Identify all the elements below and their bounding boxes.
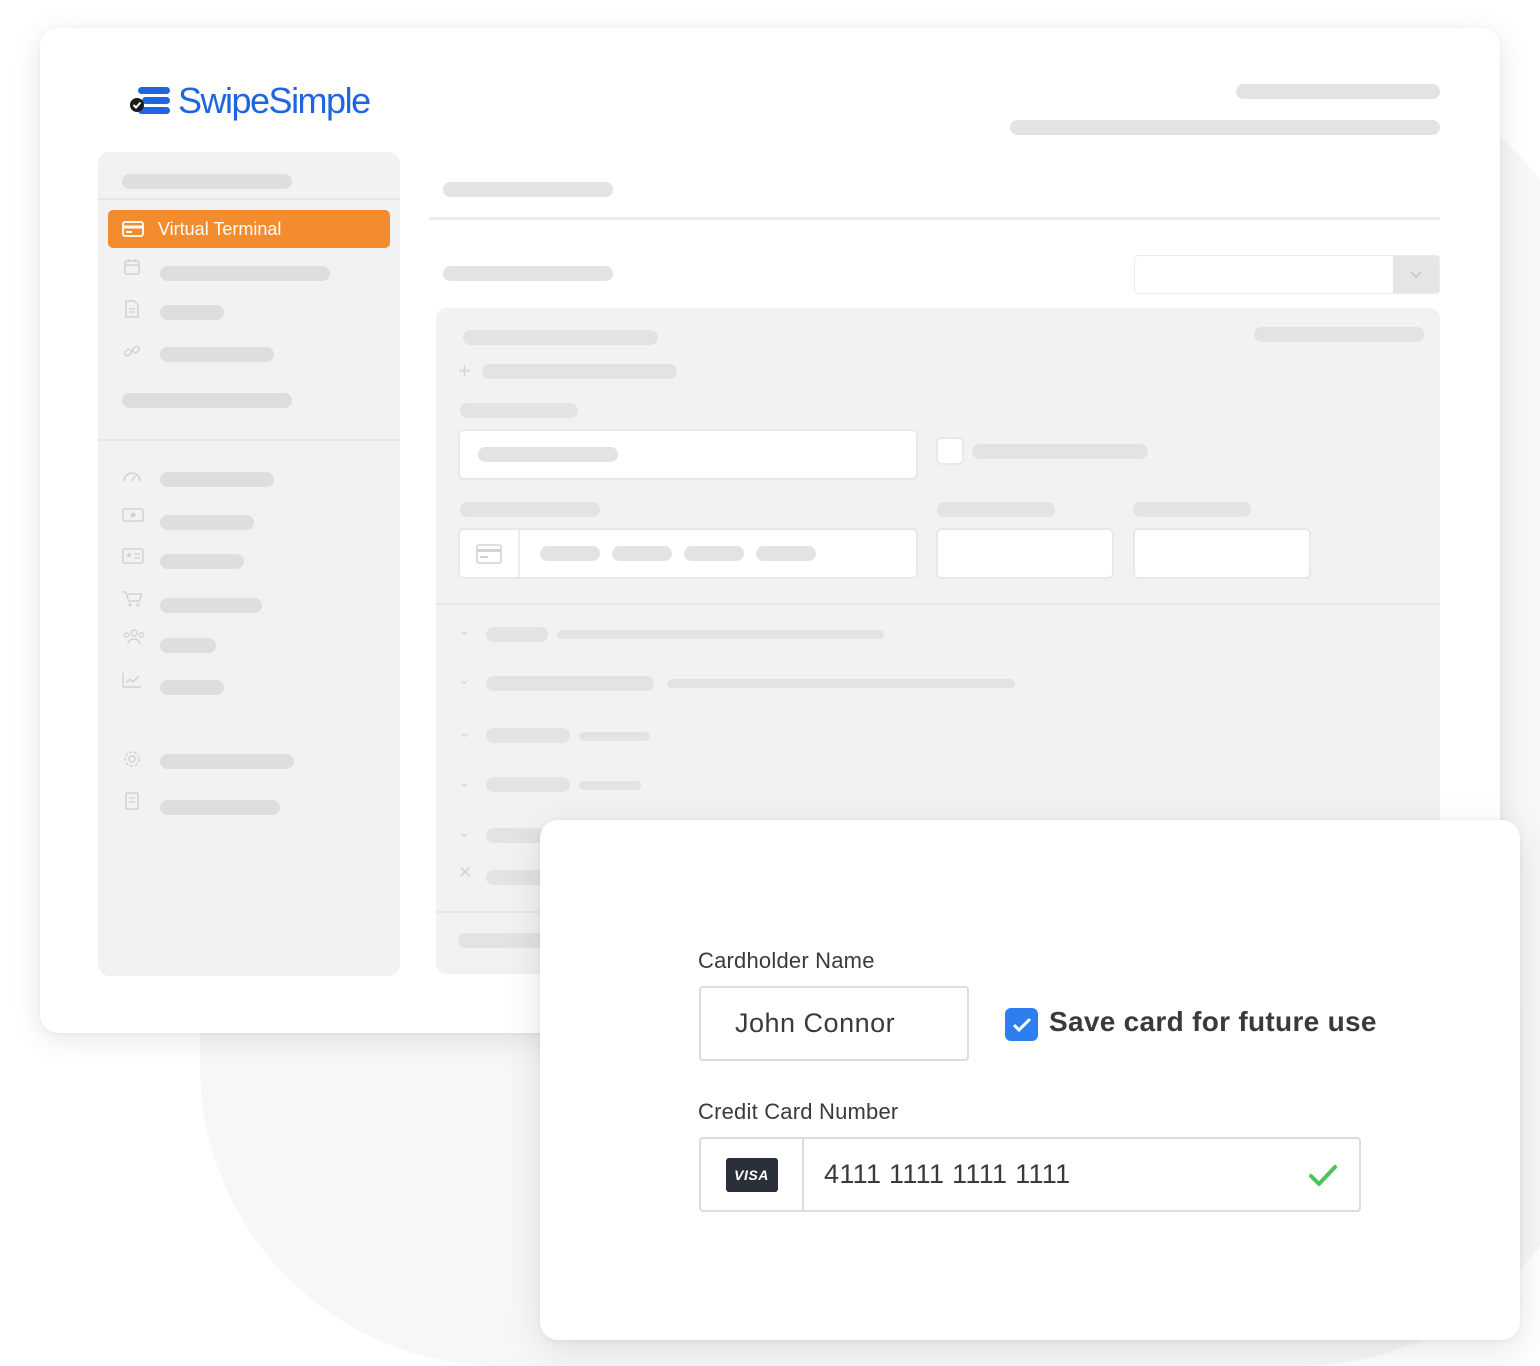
chevron-down-icon[interactable]: ⌄: [458, 621, 471, 639]
title-divider: [429, 217, 1440, 220]
sidebar-item-placeholder[interactable]: [160, 754, 294, 769]
credit-card-number-label: Credit Card Number: [698, 1099, 899, 1124]
sidebar: Virtual Terminal: [98, 152, 400, 976]
section-title-placeholder[interactable]: [486, 777, 570, 792]
card-digits-placeholder: [540, 546, 600, 561]
input-value-placeholder: [478, 447, 618, 462]
credit-card-icon: [122, 221, 144, 237]
header-placeholder-line: [1236, 84, 1440, 99]
credit-card-number-value: 4111 1111 1111 1111: [824, 1159, 1071, 1189]
check-icon: [1309, 1165, 1337, 1186]
plus-icon[interactable]: +: [458, 358, 471, 384]
panel-heading-placeholder: [463, 330, 658, 345]
sidebar-section-placeholder: [122, 393, 292, 408]
id-card-icon[interactable]: [122, 548, 144, 568]
credit-card-number-input[interactable]: VISA 4111 1111 1111 1111: [699, 1137, 1361, 1212]
sidebar-item-placeholder[interactable]: [160, 554, 244, 569]
filter-select[interactable]: [1134, 255, 1440, 294]
sidebar-item-placeholder[interactable]: [160, 305, 224, 320]
panel-divider: [436, 603, 1440, 605]
visa-logo-icon: VISA: [725, 1157, 778, 1192]
sidebar-item-virtual-terminal[interactable]: Virtual Terminal: [108, 210, 390, 248]
placeholder-checkbox[interactable]: [936, 437, 964, 465]
cart-icon[interactable]: [122, 590, 143, 610]
section-title-placeholder[interactable]: [486, 870, 546, 885]
cardholder-name-value: John Connor: [735, 1008, 896, 1038]
field-label-placeholder: [1133, 502, 1251, 517]
sidebar-item-placeholder[interactable]: [160, 472, 274, 487]
panel-action-placeholder[interactable]: [1254, 327, 1424, 342]
calendar-icon[interactable]: [122, 258, 142, 278]
section-desc-placeholder: [579, 781, 641, 790]
swipesimple-logo-icon: [130, 87, 170, 114]
chart-trend-icon[interactable]: [122, 672, 142, 692]
chevron-down-icon[interactable]: ⌄: [458, 723, 471, 741]
sidebar-item-placeholder[interactable]: [160, 347, 274, 362]
expiry-placeholder-input[interactable]: [936, 528, 1114, 579]
add-item-placeholder[interactable]: [482, 364, 677, 379]
sidebar-item-label: Virtual Terminal: [158, 218, 282, 239]
chevron-down-icon[interactable]: ⌄: [458, 670, 471, 688]
chevron-down-icon[interactable]: ⌄: [458, 823, 471, 841]
dashboard-gauge-icon[interactable]: [122, 468, 142, 488]
sidebar-divider: [98, 439, 400, 441]
report-doc-icon[interactable]: [122, 792, 142, 812]
cash-icon[interactable]: [122, 508, 144, 528]
card-digits-placeholder: [756, 546, 816, 561]
field-label-placeholder: [460, 403, 578, 418]
section-title-placeholder[interactable]: [486, 728, 570, 743]
sidebar-item-placeholder[interactable]: [160, 266, 330, 281]
sidebar-heading-placeholder: [122, 174, 292, 189]
sidebar-item-placeholder[interactable]: [160, 638, 216, 653]
payment-card: Cardholder Name John Connor Save card fo…: [540, 820, 1520, 1340]
customers-group-icon[interactable]: [122, 628, 145, 648]
section-desc-placeholder: [579, 732, 650, 741]
credit-card-icon: [460, 530, 520, 577]
save-card-label[interactable]: Save card for future use: [1049, 1006, 1377, 1038]
card-number-placeholder-input[interactable]: [458, 528, 918, 579]
panel-footer-placeholder: [458, 933, 548, 948]
field-label-placeholder: [460, 502, 600, 517]
sidebar-item-placeholder[interactable]: [160, 515, 254, 530]
sidebar-item-placeholder[interactable]: [160, 680, 224, 695]
placeholder-input[interactable]: [458, 429, 918, 480]
document-icon[interactable]: [122, 300, 142, 320]
checkmark-icon: [1012, 1017, 1031, 1032]
header-placeholder-line: [1010, 120, 1440, 135]
save-card-checkbox[interactable]: [1005, 1008, 1038, 1041]
cardholder-name-label: Cardholder Name: [698, 948, 875, 973]
field-label-placeholder: [937, 502, 1055, 517]
section-desc-placeholder: [557, 630, 884, 639]
sidebar-item-placeholder[interactable]: [160, 598, 262, 613]
chevron-down-icon[interactable]: ⌄: [458, 773, 471, 791]
filter-label-placeholder: [443, 266, 613, 281]
section-title-placeholder[interactable]: [486, 828, 546, 843]
cvv-placeholder-input[interactable]: [1133, 528, 1311, 579]
card-digits-placeholder: [612, 546, 672, 561]
brand-name: SwipeSimple: [178, 80, 371, 121]
section-title-placeholder[interactable]: [486, 627, 548, 642]
page-title-placeholder: [443, 182, 613, 197]
close-icon[interactable]: ✕: [458, 863, 472, 883]
card-brand-cell: VISA: [701, 1139, 804, 1210]
chevron-down-icon[interactable]: [1393, 256, 1439, 293]
sidebar-divider: [98, 198, 400, 200]
cardholder-name-input[interactable]: John Connor: [699, 986, 969, 1061]
settings-gear-icon[interactable]: [122, 750, 142, 770]
section-desc-placeholder: [667, 679, 1015, 688]
brand-logo[interactable]: SwipeSimple: [128, 80, 371, 122]
checkbox-label-placeholder: [972, 444, 1148, 459]
sidebar-item-placeholder[interactable]: [160, 800, 280, 815]
card-digits-placeholder: [684, 546, 744, 561]
link-icon[interactable]: [122, 342, 142, 362]
section-title-placeholder[interactable]: [486, 676, 654, 691]
